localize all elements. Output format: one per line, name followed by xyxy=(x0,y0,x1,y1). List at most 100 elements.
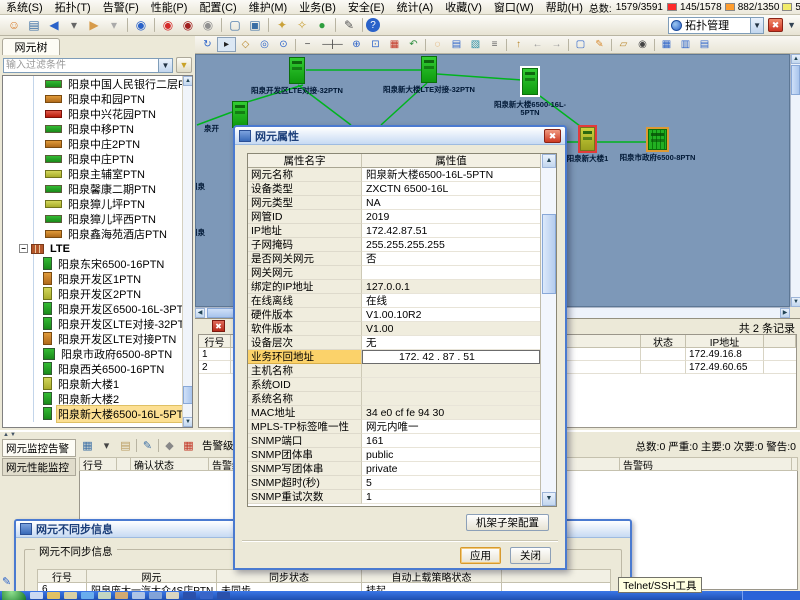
taskbar-app-icon[interactable] xyxy=(30,592,43,599)
pencil-icon[interactable]: ✎ xyxy=(339,17,359,34)
menu-item[interactable]: 帮助(H) xyxy=(540,0,589,15)
property-row[interactable]: 软件版本 V1.00 xyxy=(248,322,540,336)
tree-item[interactable]: 阳泉中和园PTN xyxy=(3,91,192,106)
current-alarm-icon[interactable]: ◉ xyxy=(158,17,178,34)
tree-item[interactable]: 阳泉市政府6500-8PTN xyxy=(3,346,192,361)
find-icon[interactable]: ◉ xyxy=(633,37,652,52)
property-row[interactable]: IP地址 172.42.87.51 xyxy=(248,224,540,238)
separator[interactable] xyxy=(295,39,296,51)
menu-item[interactable]: 告警(F) xyxy=(97,0,145,15)
menu-item[interactable]: 配置(C) xyxy=(193,0,242,15)
menu-item[interactable]: 拓扑(T) xyxy=(49,0,97,15)
close-icon[interactable]: ✖ xyxy=(544,129,561,143)
tree-item[interactable]: 阳泉中兴花园PTN xyxy=(3,106,192,121)
tree-item[interactable]: 阳泉中庄2PTN xyxy=(3,136,192,151)
more-options-icon[interactable]: ▼ xyxy=(787,20,796,30)
rack-config-button[interactable]: 机架子架配置 xyxy=(466,514,549,531)
tree-item[interactable]: 阳泉中庄PTN xyxy=(3,151,192,166)
zoom-in-icon[interactable]: ⊕ xyxy=(347,37,366,52)
property-row[interactable]: 系统名称 xyxy=(248,392,540,406)
edit-note-icon[interactable]: ✎ xyxy=(139,438,156,454)
select-tool-icon[interactable]: ▸ xyxy=(217,37,236,52)
separator[interactable] xyxy=(568,39,569,51)
topology-node[interactable] xyxy=(232,101,248,128)
collapse-icon[interactable]: − xyxy=(19,244,28,253)
dialog-title-bar[interactable]: 网元属性 ✖ xyxy=(235,127,565,145)
taskbar-app-icon[interactable] xyxy=(115,592,128,599)
nav-back-icon[interactable]: ← xyxy=(528,37,547,52)
table-dropdown-icon[interactable]: ▾ xyxy=(98,438,115,454)
splitter-toggle-icon[interactable]: ▲▼ xyxy=(3,432,17,438)
forward-dropdown-icon[interactable]: ▾ xyxy=(104,17,124,34)
property-row[interactable]: 网关网元 xyxy=(248,266,540,280)
modify-user-icon[interactable]: ☺ xyxy=(4,17,24,34)
tree-item[interactable]: 阳泉中国人民银行二层PTN xyxy=(3,76,192,91)
property-row[interactable]: 是否网关网元 否 xyxy=(248,252,540,266)
tree-item[interactable]: 阳泉开发区1PTN xyxy=(3,271,192,286)
property-row[interactable]: 网元名称 阳泉新大楼6500-16L-5PTN xyxy=(248,168,540,182)
globe-icon[interactable]: ◉ xyxy=(131,17,151,34)
lock-key-icon[interactable]: ✧ xyxy=(292,17,312,34)
undo-icon[interactable]: ↶ xyxy=(404,37,423,52)
tree-item[interactable]: 阳泉开发区2PTN xyxy=(3,286,192,301)
dialog-scroll-thumb[interactable] xyxy=(542,214,556,294)
property-row[interactable]: 设备类型 ZXCTN 6500-16L xyxy=(248,182,540,196)
history-alarm-icon[interactable]: ◉ xyxy=(178,17,198,34)
property-row[interactable]: 业务环回地址 172. 42 . 87 . 51 xyxy=(248,350,540,364)
topology-node[interactable]: 阳泉开发区LTE对接-32PTN xyxy=(289,57,305,84)
taskbar-app-icon[interactable] xyxy=(132,592,145,599)
key-icon[interactable]: ✦ xyxy=(272,17,292,34)
property-row[interactable]: SNMP超时(秒) 5 xyxy=(248,476,540,490)
taskbar-app-icon[interactable] xyxy=(200,592,213,599)
scroll-up-icon[interactable]: ▲ xyxy=(183,76,193,86)
unlock-icon[interactable]: ◌ xyxy=(428,37,447,52)
scroll-up-icon[interactable]: ▲ xyxy=(791,54,800,64)
record-filter-icon[interactable]: ✖ xyxy=(212,320,225,332)
property-row[interactable]: MPLS-TP标签唯一性 网元内唯一 xyxy=(248,420,540,434)
tree-item[interactable]: 阳泉中移PTN xyxy=(3,121,192,136)
tree-item[interactable]: 阳泉馨康二期PTN xyxy=(3,181,192,196)
pencil-status-icon[interactable]: ✎ xyxy=(2,575,11,588)
taskbar-app-icon[interactable] xyxy=(217,592,230,599)
tree-item[interactable]: 阳泉獐儿坪西PTN xyxy=(3,211,192,226)
scroll-up-icon[interactable]: ▲ xyxy=(542,154,556,168)
start-button[interactable] xyxy=(2,591,26,600)
separator[interactable] xyxy=(154,18,155,32)
tree-item[interactable]: 阳泉新大楼1 xyxy=(3,376,192,391)
fit-view-icon[interactable]: ⊡ xyxy=(366,37,385,52)
export-icon[interactable]: ▤ xyxy=(447,37,466,52)
separator[interactable] xyxy=(158,439,159,452)
taskbar-app-icon[interactable] xyxy=(149,592,162,599)
menu-item[interactable]: 窗口(W) xyxy=(488,0,540,15)
taskbar-app-icon[interactable] xyxy=(47,592,60,599)
scroll-right-icon[interactable]: ▶ xyxy=(780,308,790,318)
topology-node[interactable]: 阳泉新大楼6500-16L-5PTN xyxy=(522,68,538,95)
property-row[interactable]: 网管ID 2019 xyxy=(248,210,540,224)
map-vscroll-thumb[interactable] xyxy=(791,65,800,95)
edit-tool-icon[interactable]: ✎ xyxy=(590,37,609,52)
menu-item[interactable]: 维护(M) xyxy=(243,0,294,15)
taskbar-app-icon[interactable] xyxy=(98,592,111,599)
back-icon[interactable]: ◀ xyxy=(44,17,64,34)
tree-item[interactable]: 阳泉开发区LTE对接PTN xyxy=(3,331,192,346)
tree-scrollbar[interactable]: ▲ ▼ xyxy=(182,76,192,427)
tree-item[interactable]: 阳泉西关6500-16PTN xyxy=(3,361,192,376)
window-grid-icon[interactable]: ▣ xyxy=(245,17,265,34)
menu-item[interactable]: 收藏(V) xyxy=(439,0,488,15)
property-row[interactable]: 硬件版本 V1.00.10R2 xyxy=(248,308,540,322)
scroll-down-icon[interactable]: ▼ xyxy=(183,417,193,427)
separator[interactable] xyxy=(136,439,137,452)
topology-node[interactable]: 阳泉新大楼1 xyxy=(580,127,595,151)
tree-item[interactable]: 阳泉主辅室PTN xyxy=(3,166,192,181)
tree-item[interactable]: 阳泉獐儿坪PTN xyxy=(3,196,192,211)
alarm-grid-red-icon[interactable]: ▦ xyxy=(180,438,197,454)
separator[interactable] xyxy=(362,18,363,32)
nav-forward-icon[interactable]: → xyxy=(547,37,566,52)
tree-item-lte[interactable]: − LTE xyxy=(3,241,192,256)
menu-item[interactable]: 统计(A) xyxy=(391,0,440,15)
close-button[interactable]: 关闭 xyxy=(510,547,551,564)
tree-filter-input[interactable] xyxy=(3,58,159,73)
card-view-icon[interactable]: ▤ xyxy=(695,37,714,52)
wrench-icon[interactable]: ◆ xyxy=(161,438,178,454)
zoom-area-icon[interactable]: ⊙ xyxy=(274,37,293,52)
